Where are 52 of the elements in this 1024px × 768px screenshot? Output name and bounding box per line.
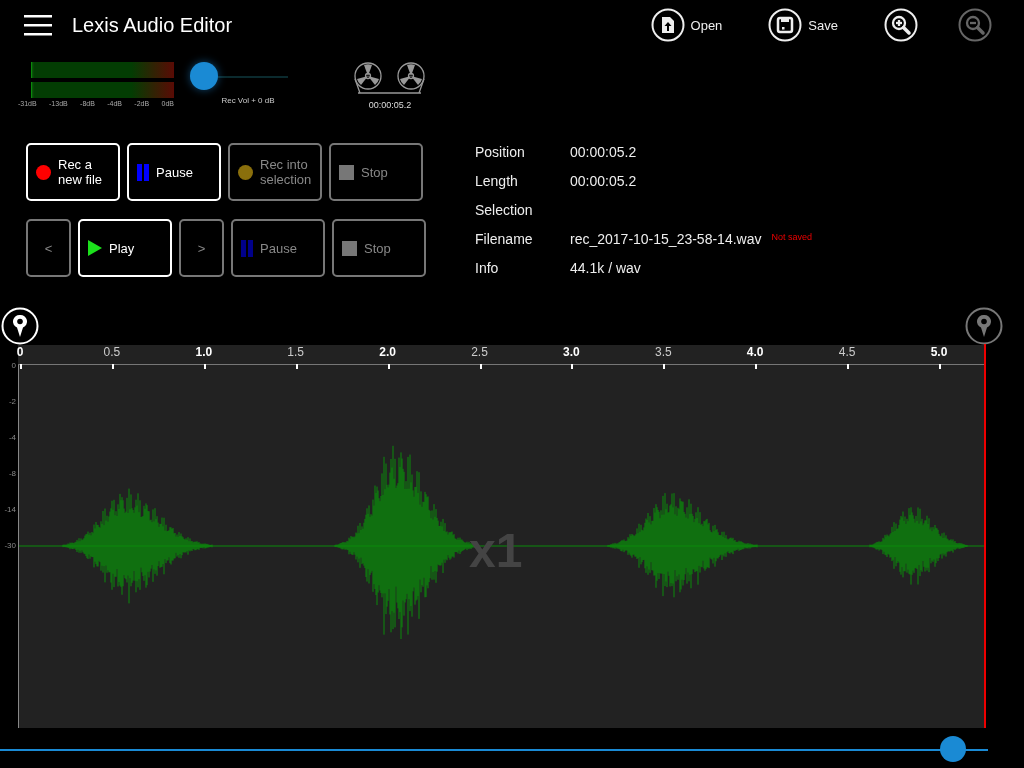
time-tick-label: 0 [16,345,24,359]
level-axis-label: -30 [4,540,16,550]
play-icon [88,240,102,256]
open-button[interactable]: Open [650,8,723,42]
time-tick-label: 1.0 [195,345,213,359]
level-axis-label: -14 [4,504,16,514]
time-tick-label: 1.5 [287,345,305,359]
stop-icon [342,240,357,256]
tape-reels-icon [352,62,428,94]
save-button[interactable]: Save [768,8,838,42]
time-tick-label: 4.0 [746,345,764,359]
unsaved-note: Not saved [771,232,812,242]
zoom-in-button[interactable] [884,8,918,42]
info-label: Info [475,260,500,276]
info-value: 00:00:05.2 [570,144,637,160]
info-value: 00:00:05.2 [570,173,637,189]
level-axis-label: -2 [8,396,16,406]
info-value: rec_2017-10-15_23-58-14.wav [570,231,762,247]
volume-reading: Rec Vol + 0 dB [221,96,275,105]
pause-icon [137,163,149,181]
info-label: Length [475,173,519,189]
menu-icon[interactable] [24,13,52,37]
rec-button[interactable]: Rec a new file [26,143,120,201]
time-tick-label: 2.0 [379,345,396,359]
zoom-label: x1 [469,523,523,578]
scroll-slider-thumb[interactable] [940,736,967,762]
zoom-in-icon [884,8,918,42]
floppy-disk-icon [768,8,803,42]
volume-slider-thumb[interactable] [190,62,219,90]
info-value: 44.1k / wav [570,260,641,276]
file-upload-icon [650,8,685,42]
record-dot-icon [238,164,253,180]
time-tick-label: 5.0 [930,345,948,359]
recording-time: 00:00:05.2 [368,100,412,110]
zoom-out-icon [958,8,992,42]
level-axis-label: -8 [8,468,16,478]
time-tick-label: 4.5 [838,345,856,359]
time-tick-label: 2.5 [471,345,488,359]
pause-button[interactable]: Pause [127,143,221,201]
level-axis-label: 0 [11,360,16,370]
time-tick-label: 3.0 [563,345,580,359]
time-tick-label: 0.5 [103,345,121,359]
pause-icon [241,239,253,257]
time-tick-label: 3.5 [654,345,672,359]
info-label: Position [475,144,526,160]
app-title: Lexis Audio Editor [72,13,233,37]
info-label: Filename [475,231,534,247]
stop-icon [339,164,354,180]
record-dot-icon [36,164,51,180]
level-axis-label: -4 [8,432,16,442]
play-button[interactable]: Play [78,219,172,277]
info-label: Selection [475,202,534,218]
